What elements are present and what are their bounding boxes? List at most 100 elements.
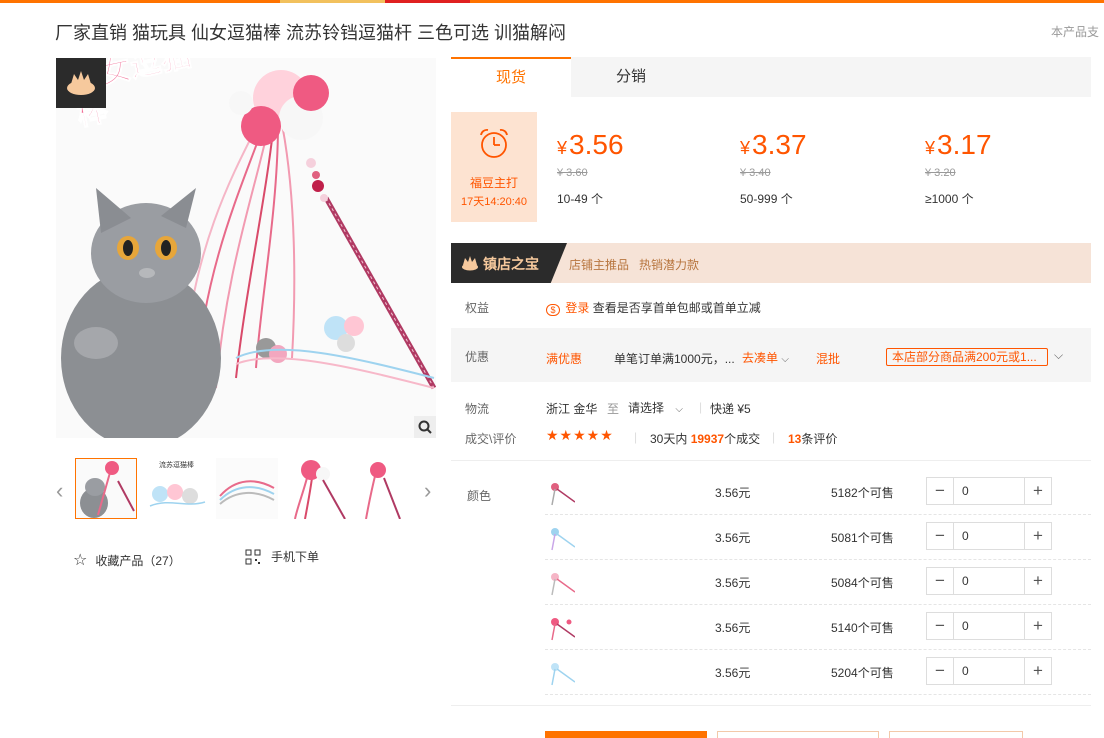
minus-icon[interactable]: − [927,523,953,549]
favorite-label: 收藏产品（27） [95,553,181,568]
go-collect-link[interactable]: 去凑单 ⌵ [742,349,789,366]
express-fee: 快递 ¥5 [710,402,751,416]
sku-row: 3.56元 5081个可售 − 0 + [545,515,1091,560]
thumbnail-4[interactable] [287,458,349,519]
quantity-input[interactable]: 0 [953,658,1025,684]
price-value: 3.17 [937,129,992,160]
sku-price: 3.56元 [715,666,751,680]
secondary-action-button[interactable] [889,731,1023,738]
sku-stock: 5204个可售 [831,666,894,680]
rights-text: 查看是否享首单包邮或首单立减 [592,301,761,315]
price-value: 3.56 [569,129,624,160]
quantity-input[interactable]: 0 [953,523,1025,549]
plus-icon[interactable]: + [1025,658,1051,684]
sku-thumbnail[interactable] [545,612,575,642]
sku-row: 3.56元 5140个可售 − 0 + [545,605,1091,650]
destination-select[interactable]: 请选择 ⌵ [628,399,683,416]
price-range: ≥1000 个 [925,192,974,206]
top-accent-bar [0,0,1104,3]
minus-icon[interactable]: − [927,613,953,639]
mixed-batch-label: 混批 [816,352,841,366]
sku-price: 3.56元 [715,621,751,635]
sku-thumbnail[interactable] [545,477,575,507]
sku-price: 3.56元 [715,531,751,545]
discount-label: 优惠 [465,350,490,364]
reviews-suffix: 条评价 [801,432,838,446]
reviews-count: 13 [788,432,802,446]
quantity-input[interactable]: 0 [953,568,1025,594]
favorite-button[interactable]: ☆ 收藏产品（27） [73,550,181,570]
tab-distribution[interactable]: 分销 [571,57,691,97]
login-link[interactable]: 登录 [565,301,589,315]
sku-thumbnail[interactable] [545,522,575,552]
destination-select-label: 请选择 [628,401,665,415]
plus-icon[interactable]: + [1025,568,1051,594]
rating-stars: ★★★★★ [546,427,614,443]
qr-code-icon [245,549,261,564]
thumbnail-strip: ‹ 流苏逗猫棒 › [56,458,436,520]
buy-now-button[interactable] [545,731,707,738]
deals-count: 19937 [690,432,725,446]
treasure-label: 镇店之宝 [483,256,539,272]
add-to-cart-button[interactable] [717,731,879,738]
divider: | [634,430,638,444]
store-treasure-banner: 镇店之宝 店铺主推品 热销潜力款 [451,243,1091,283]
sku-thumbnail[interactable] [545,657,575,687]
quantity-stepper: − 0 + [926,567,1052,595]
thumbnail-2[interactable]: 流苏逗猫棒 [145,458,207,519]
price-currency: ¥ [740,138,751,158]
star-outline-icon: ☆ [73,552,88,569]
sku-row: 3.56元 5182个可售 − 0 + [545,470,1091,515]
plus-icon[interactable]: + [1025,523,1051,549]
price-range: 50-999 个 [740,192,793,206]
sku-stock: 5084个可售 [831,576,894,590]
color-label: 颜色 [467,489,492,503]
minus-icon[interactable]: − [927,568,953,594]
go-collect-label: 去凑单 [742,351,779,365]
plus-icon[interactable]: + [1025,478,1051,504]
discount-text: 单笔订单满1000元，... [614,352,735,366]
minus-icon[interactable]: − [927,658,953,684]
zoom-icon[interactable] [414,416,436,438]
price-currency: ¥ [557,138,568,158]
price-original: ¥ 3.60 [557,167,588,179]
product-actions: ☆ 收藏产品（27） 手机下单 [73,548,373,570]
promo-box: 福豆主打 17天14:20:40 [451,112,537,222]
coupon-icon: $ [546,304,560,316]
deals-label: 成交\评价 [465,432,517,446]
thumbnail-1[interactable] [75,458,137,519]
sku-stock: 5081个可售 [831,531,894,545]
minus-icon[interactable]: − [927,478,953,504]
mobile-order-button[interactable]: 手机下单 [245,548,319,565]
thumbnail-5[interactable] [358,458,420,519]
quantity-stepper: − 0 + [926,657,1052,685]
chevron-down-icon: ⌵ [675,404,683,415]
price-currency: ¥ [925,138,936,158]
plus-icon[interactable]: + [1025,613,1051,639]
chevron-left-icon[interactable]: ‹ [56,478,63,504]
chevron-down-icon[interactable]: ⌵ [1054,348,1063,363]
alarm-clock-icon [480,129,508,158]
reviews-link[interactable]: 13条评价 [788,430,837,447]
promo-countdown: 17天14:20:40 [460,196,528,208]
rights-label: 权益 [465,301,490,315]
divider: | [772,430,776,444]
main-product-image[interactable]: 仙女逗猫棒 [56,58,436,438]
coupon-tag[interactable]: 本店部分商品满200元或1... [886,348,1048,366]
quantity-stepper: − 0 + [926,612,1052,640]
crown-icon [462,256,478,271]
mobile-order-label: 手机下单 [271,550,320,564]
sku-thumbnail[interactable] [545,567,575,597]
support-text: 本产品支 [1051,25,1100,39]
price-tier-1: ¥3.56 ¥ 3.60 10-49 个 [557,129,737,207]
sku-stock: 5182个可售 [831,486,894,500]
tab-in-stock[interactable]: 现货 [451,57,571,97]
chevron-right-icon[interactable]: › [424,478,431,504]
deals-summary: 30天内 19937个成交 [650,430,760,447]
quantity-input[interactable]: 0 [953,478,1025,504]
treasure-subtitle: 店铺主推品 热销潜力款 [569,258,700,272]
chevron-down-icon: ⌵ [781,354,789,365]
price-original: ¥ 3.20 [925,167,956,179]
thumbnail-3[interactable] [216,458,278,519]
quantity-input[interactable]: 0 [953,613,1025,639]
